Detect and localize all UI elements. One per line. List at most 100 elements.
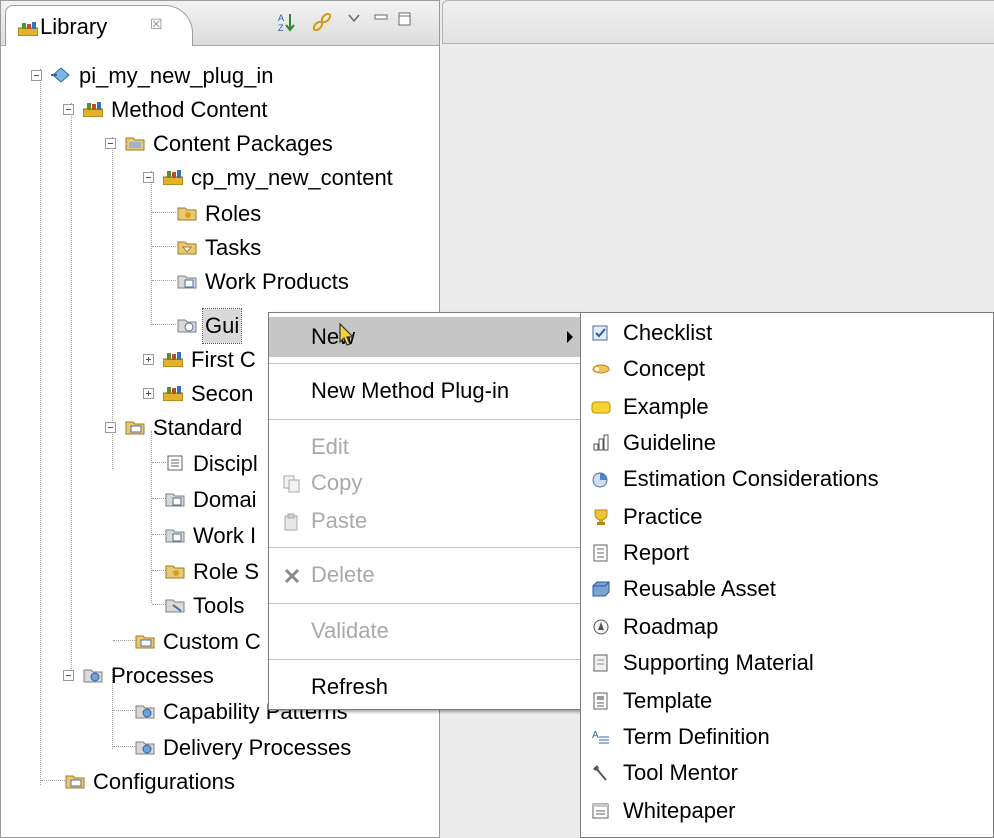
library-view-toolbar: Library ☒ A Z — [1, 1, 439, 46]
library-tab[interactable]: Library ☒ — [5, 5, 193, 46]
tree-label: First C — [191, 347, 256, 372]
guideline-icon — [593, 434, 609, 451]
library-tab-label: Library — [40, 14, 108, 39]
submenu-item-reusable-asset[interactable]: Reusable Asset — [581, 571, 993, 607]
expand-toggle[interactable] — [143, 388, 154, 399]
minimize-icon[interactable] — [373, 11, 389, 25]
concept-icon — [592, 364, 610, 374]
guidance-folder-icon — [177, 319, 197, 333]
submenu-item-tool-mentor[interactable]: Tool Mentor — [581, 755, 993, 791]
menu-item-new-method-plugin[interactable]: New Method Plug-in — [269, 371, 581, 411]
menu-item-new[interactable]: New — [269, 317, 581, 357]
tasks-folder-icon — [177, 241, 197, 255]
submenu-label: Practice — [623, 504, 703, 529]
tree-label: Work I — [193, 523, 257, 548]
menu-item-refresh[interactable]: Refresh — [269, 667, 581, 707]
practice-icon — [594, 509, 608, 525]
context-menu: New New Method Plug-in Edit Copy Paste D… — [268, 312, 582, 710]
library-icon — [18, 22, 38, 36]
tree-label: Processes — [111, 663, 214, 688]
svg-text:Z: Z — [278, 23, 284, 33]
role-sets-icon — [165, 565, 185, 579]
submenu-item-term-definition[interactable]: A Term Definition — [581, 719, 993, 755]
submenu-item-supporting-material[interactable]: Supporting Material — [581, 645, 993, 681]
submenu-label: Example — [623, 394, 709, 419]
tree-label: Tasks — [205, 235, 262, 260]
submenu-item-roadmap[interactable]: Roadmap — [581, 609, 993, 645]
menu-label: Validate — [311, 618, 389, 643]
tree-label: Content Packages — [153, 131, 333, 156]
processes-icon — [83, 669, 103, 683]
folder-icon — [125, 137, 145, 151]
tool-mentor-icon — [593, 765, 607, 781]
submenu-item-estimation-considerations[interactable]: Estimation Considerations — [581, 461, 993, 497]
tree-label: Delivery Processes — [163, 735, 352, 760]
submenu-label: Checklist — [623, 320, 713, 345]
tree-label: Role S — [193, 559, 260, 584]
reusable-asset-icon — [592, 581, 610, 597]
collapse-toggle[interactable] — [31, 70, 42, 81]
submenu-item-practice[interactable]: Practice — [581, 499, 993, 535]
maximize-icon[interactable] — [397, 11, 413, 27]
tree-label: Secon — [191, 381, 254, 406]
collapse-toggle[interactable] — [63, 670, 74, 681]
tree-label: Roles — [205, 201, 262, 226]
view-menu-icon[interactable] — [347, 11, 361, 25]
menu-item-paste[interactable]: Paste — [269, 501, 581, 541]
submenu-label: Estimation Considerations — [623, 466, 879, 491]
submenu-item-checklist[interactable]: Checklist — [581, 315, 993, 351]
collapse-toggle[interactable] — [105, 138, 116, 149]
collapse-toggle[interactable] — [63, 104, 74, 115]
delivery-processes-icon — [135, 741, 155, 755]
method-content-icon — [83, 102, 103, 117]
roadmap-icon — [593, 619, 609, 635]
submenu-item-template[interactable]: Template — [581, 683, 993, 719]
submenu-label: Reusable Asset — [623, 576, 776, 601]
menu-label: Copy — [311, 470, 363, 495]
mouse-pointer-icon — [339, 322, 355, 346]
submenu-label: Term Definition — [623, 724, 770, 749]
link-with-editor-icon[interactable] — [311, 11, 333, 33]
capability-patterns-icon — [135, 705, 155, 719]
menu-label: New Method Plug-in — [311, 378, 510, 403]
menu-label: Delete — [311, 562, 375, 587]
menu-item-edit[interactable]: Edit — [269, 427, 581, 467]
submenu-item-concept[interactable]: Concept — [581, 351, 993, 387]
submenu-item-example[interactable]: Example — [581, 389, 993, 425]
menu-item-copy[interactable]: Copy — [269, 463, 581, 503]
close-icon[interactable]: ☒ — [150, 16, 163, 33]
submenu-item-whitepaper[interactable]: Whitepaper — [581, 793, 993, 829]
content-package-icon — [163, 352, 183, 367]
sort-icon[interactable]: A Z — [277, 11, 299, 33]
submenu-arrow-icon — [567, 331, 573, 343]
submenu-label: Concept — [623, 356, 705, 381]
submenu-item-report[interactable]: Report — [581, 535, 993, 571]
tree-label: Work Products — [205, 269, 349, 294]
expand-toggle[interactable] — [143, 354, 154, 365]
menu-item-delete[interactable]: Delete — [269, 555, 581, 595]
example-icon — [591, 401, 611, 414]
content-package-icon — [163, 386, 183, 401]
disciplines-icon — [167, 455, 183, 471]
plugin-icon — [51, 67, 70, 83]
submenu-label: Supporting Material — [623, 650, 814, 675]
term-definition-icon: A — [592, 730, 609, 744]
submenu-label: Whitepaper — [623, 798, 736, 823]
tree-label: Standard — [153, 415, 243, 440]
submenu-item-guideline[interactable]: Guideline — [581, 425, 993, 461]
domains-icon — [165, 493, 185, 507]
tree-label: cp_my_new_content — [191, 165, 393, 190]
tools-icon — [165, 599, 185, 613]
estimation-icon — [592, 472, 608, 488]
report-icon — [593, 544, 608, 562]
menu-item-validate[interactable]: Validate — [269, 611, 581, 651]
submenu-label: Roadmap — [623, 614, 719, 639]
work-product-kinds-icon — [165, 529, 185, 543]
new-submenu: Checklist Concept Example Guideline Esti… — [580, 312, 994, 838]
collapse-toggle[interactable] — [143, 172, 154, 183]
submenu-label: Guideline — [623, 430, 716, 455]
delete-icon — [284, 568, 300, 584]
content-package-icon — [163, 170, 183, 185]
roles-folder-icon — [177, 207, 197, 221]
collapse-toggle[interactable] — [105, 422, 116, 433]
